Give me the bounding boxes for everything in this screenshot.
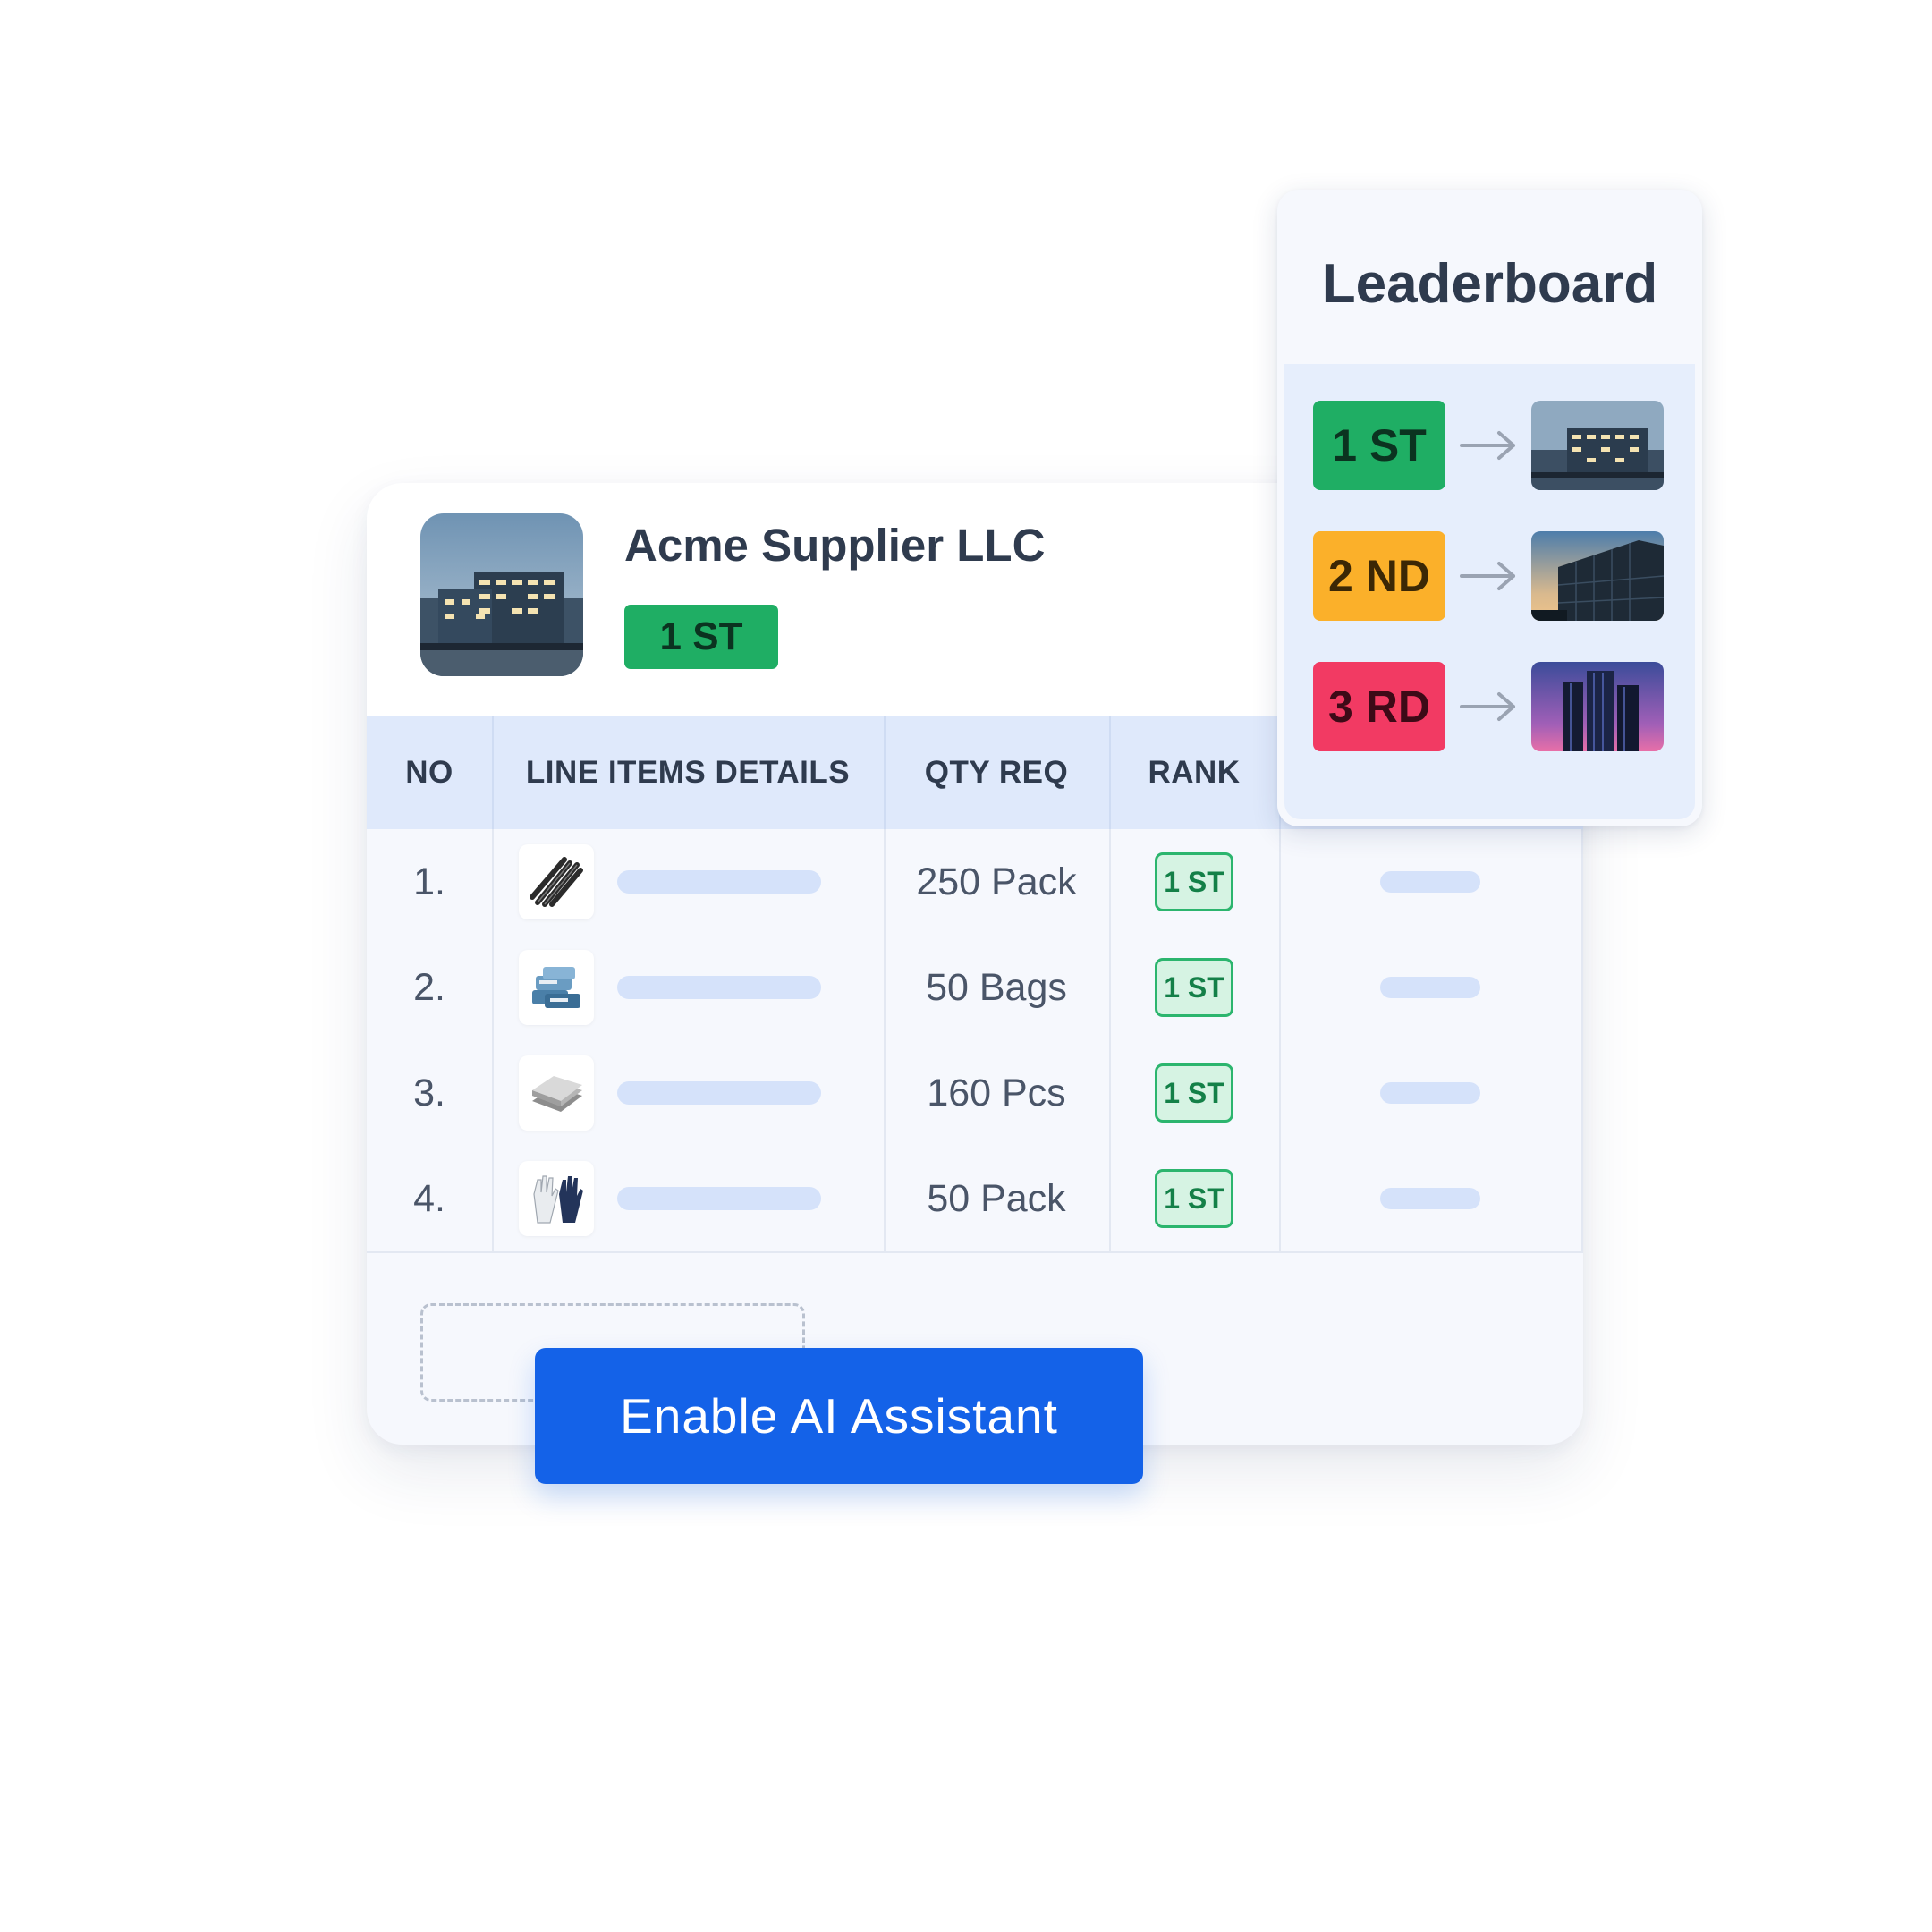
column-header-qty[interactable]: QTY REQ xyxy=(884,716,1111,829)
supplier-rank-badge: 1 ST xyxy=(624,605,778,669)
supplier-name: Acme Supplier LLC xyxy=(624,520,1046,571)
item-description-placeholder xyxy=(617,1081,821,1105)
supplier-building-image xyxy=(420,513,583,676)
rank-badge-second: 2 ND xyxy=(1313,531,1445,621)
line-item-details xyxy=(492,1146,886,1251)
row-number: 1. xyxy=(367,829,494,935)
quantity-value: 50 Pack xyxy=(884,1146,1111,1251)
table-row[interactable]: 2. 50 Bags 1 ST xyxy=(367,935,1583,1042)
rank-badge-first: 1 ST xyxy=(1313,401,1445,490)
rank-chip: 1 ST xyxy=(1155,958,1233,1017)
column-header-line-items[interactable]: LINE ITEMS DETAILS xyxy=(492,716,886,829)
leaderboard-panel: Leaderboard 1 ST 2 ND 3 RD xyxy=(1277,190,1702,826)
leaderboard-entry[interactable]: 3 RD xyxy=(1313,662,1671,751)
leaderboard-entry[interactable]: 2 ND xyxy=(1313,531,1671,621)
line-item-details xyxy=(492,1040,886,1146)
row-number: 4. xyxy=(367,1146,494,1251)
cement-bags-icon xyxy=(519,950,594,1025)
item-description-placeholder xyxy=(617,976,821,999)
item-description-placeholder xyxy=(617,1187,821,1210)
arrow-right-icon xyxy=(1460,692,1515,721)
value-placeholder xyxy=(1380,1188,1480,1209)
value-placeholder xyxy=(1380,977,1480,998)
rank-badge-third: 3 RD xyxy=(1313,662,1445,751)
office-building-icon xyxy=(420,513,583,676)
rank-chip: 1 ST xyxy=(1155,1169,1233,1228)
office-building-icon xyxy=(1531,401,1664,490)
work-gloves-icon xyxy=(519,1161,594,1236)
leaderboard-entry[interactable]: 1 ST xyxy=(1313,401,1671,490)
value-placeholder xyxy=(1380,871,1480,893)
rank-chip: 1 ST xyxy=(1155,852,1233,911)
enable-ai-assistant-button[interactable]: Enable AI Assistant xyxy=(535,1348,1143,1484)
item-description-placeholder xyxy=(617,870,821,894)
rank-chip: 1 ST xyxy=(1155,1063,1233,1123)
glass-building-icon xyxy=(1531,531,1664,621)
column-header-no[interactable]: NO xyxy=(367,716,494,829)
row-number: 3. xyxy=(367,1040,494,1146)
quantity-value: 160 Pcs xyxy=(884,1040,1111,1146)
table-row[interactable]: 3. 160 Pcs 1 ST xyxy=(367,1040,1583,1148)
leaderboard-title: Leaderboard xyxy=(1321,253,1658,315)
column-header-rank[interactable]: RANK xyxy=(1109,716,1281,829)
line-item-details xyxy=(492,935,886,1040)
arrow-right-icon xyxy=(1460,562,1515,590)
value-placeholder xyxy=(1380,1082,1480,1104)
arrow-right-icon xyxy=(1460,431,1515,460)
quantity-value: 50 Bags xyxy=(884,935,1111,1040)
sheet-stack-icon xyxy=(519,1055,594,1131)
steel-rods-icon xyxy=(519,844,594,919)
tower-building-icon xyxy=(1531,662,1664,751)
line-item-details xyxy=(492,829,886,935)
table-row[interactable]: 4. 50 Pack 1 ST xyxy=(367,1146,1583,1253)
quantity-value: 250 Pack xyxy=(884,829,1111,935)
row-number: 2. xyxy=(367,935,494,1040)
table-row[interactable]: 1. 250 Pack 1 ST xyxy=(367,829,1583,936)
